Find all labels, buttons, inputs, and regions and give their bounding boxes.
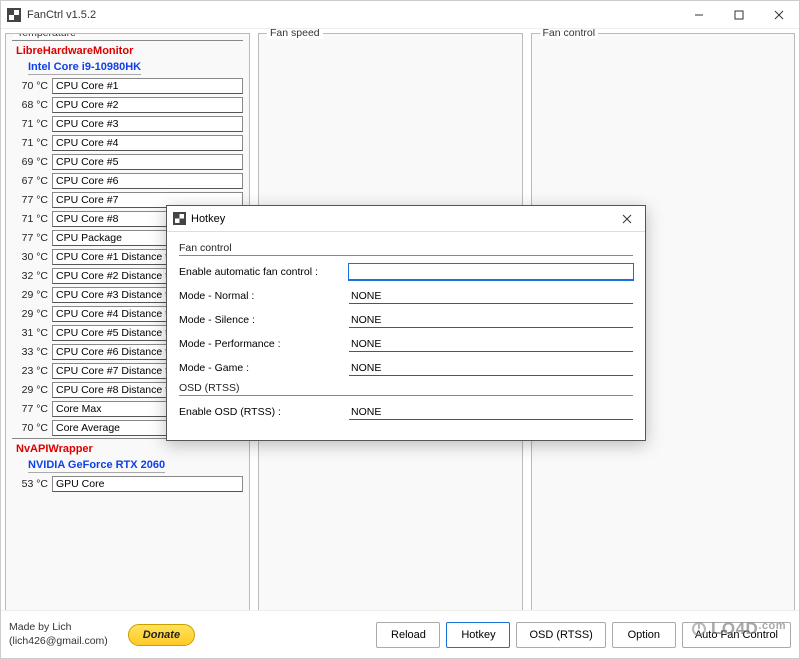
sensor-temp: 32 °C <box>12 270 52 282</box>
dialog-section-fancontrol: Fan control Enable automatic fan control… <box>179 242 633 378</box>
hotkey-button[interactable]: Hotkey <box>446 622 510 648</box>
option-button[interactable]: Option <box>612 622 676 648</box>
sensor-temp: 77 °C <box>12 194 52 206</box>
reload-button[interactable]: Reload <box>376 622 440 648</box>
dialog-app-icon <box>173 212 186 225</box>
sensor-row: 71 °C <box>12 134 243 151</box>
sensor-temp: 77 °C <box>12 232 52 244</box>
credits-author: Made by Lich <box>9 621 108 635</box>
dialog-close-button[interactable] <box>613 208 641 230</box>
sensor-temp: 31 °C <box>12 327 52 339</box>
sensor-name-input[interactable] <box>52 135 243 151</box>
sensor-row: 68 °C <box>12 96 243 113</box>
device-header: Intel Core i9-10980HK <box>28 61 141 75</box>
close-button[interactable] <box>759 1 799 29</box>
watermark: LO4D.com <box>691 619 786 639</box>
sensor-temp: 70 °C <box>12 80 52 92</box>
dialog-section-label-fancontrol: Fan control <box>179 242 633 254</box>
hotkey-row-label: Mode - Normal : <box>179 290 349 302</box>
hotkey-row-label: Enable automatic fan control : <box>179 266 349 278</box>
hotkey-row-label: Mode - Silence : <box>179 314 349 326</box>
panel-label-temperature: Temperature <box>14 33 79 39</box>
panel-label-fancontrol: Fan control <box>540 29 599 39</box>
dialog-section-osd: OSD (RTSS) Enable OSD (RTSS) : <box>179 382 633 422</box>
sensor-row: 53 °C <box>12 475 243 492</box>
window-controls <box>679 1 799 29</box>
sensor-temp: 23 °C <box>12 365 52 377</box>
sensor-row: 69 °C <box>12 153 243 170</box>
footer: Made by Lich (lich426@gmail.com) Donate … <box>1 610 799 658</box>
sensor-name-input[interactable] <box>52 173 243 189</box>
sensor-temp: 53 °C <box>12 478 52 490</box>
sensor-name-input[interactable] <box>52 78 243 94</box>
source-header: LibreHardwareMonitor <box>16 45 243 57</box>
sensor-temp: 29 °C <box>12 289 52 301</box>
app-icon <box>7 8 21 22</box>
sensor-temp: 70 °C <box>12 422 52 434</box>
hotkey-row: Mode - Silence : <box>179 310 633 330</box>
dialog-title: Hotkey <box>191 213 225 225</box>
sensor-name-input[interactable] <box>52 116 243 132</box>
sensor-temp: 69 °C <box>12 156 52 168</box>
credits: Made by Lich (lich426@gmail.com) <box>9 621 108 648</box>
sensor-name-input[interactable] <box>52 476 243 492</box>
sensor-temp: 33 °C <box>12 346 52 358</box>
hotkey-row: Mode - Game : <box>179 358 633 378</box>
sensor-temp: 67 °C <box>12 175 52 187</box>
hotkey-input[interactable] <box>349 336 633 352</box>
sensor-temp: 68 °C <box>12 99 52 111</box>
sensor-row: 71 °C <box>12 115 243 132</box>
maximize-button[interactable] <box>719 1 759 29</box>
hotkey-row-label: Mode - Performance : <box>179 338 349 350</box>
window-title: FanCtrl v1.5.2 <box>27 9 96 21</box>
minimize-button[interactable] <box>679 1 719 29</box>
hotkey-dialog: Hotkey Fan control Enable automatic fan … <box>166 205 646 441</box>
source-header: NvAPIWrapper <box>16 443 243 455</box>
donate-button[interactable]: Donate <box>128 624 195 646</box>
titlebar: FanCtrl v1.5.2 <box>1 1 799 29</box>
hotkey-input[interactable] <box>349 288 633 304</box>
panel-label-fanspeed: Fan speed <box>267 29 323 39</box>
sensor-temp: 71 °C <box>12 213 52 225</box>
sensor-name-input[interactable] <box>52 97 243 113</box>
sensor-temp: 77 °C <box>12 403 52 415</box>
dialog-titlebar: Hotkey <box>167 206 645 232</box>
hotkey-row: Enable OSD (RTSS) : <box>179 402 633 422</box>
dialog-section-label-osd: OSD (RTSS) <box>179 382 633 394</box>
hotkey-row: Mode - Performance : <box>179 334 633 354</box>
credits-email: (lich426@gmail.com) <box>9 635 108 649</box>
sensor-temp: 29 °C <box>12 308 52 320</box>
device-header: NVIDIA GeForce RTX 2060 <box>28 459 165 473</box>
hotkey-row-label: Enable OSD (RTSS) : <box>179 406 349 418</box>
sensor-temp: 71 °C <box>12 118 52 130</box>
sensor-temp: 30 °C <box>12 251 52 263</box>
hotkey-input[interactable] <box>349 312 633 328</box>
osd-button[interactable]: OSD (RTSS) <box>516 622 605 648</box>
hotkey-input[interactable] <box>349 360 633 376</box>
sensor-row: 67 °C <box>12 172 243 189</box>
sensor-row: 70 °C <box>12 77 243 94</box>
dialog-body: Fan control Enable automatic fan control… <box>167 232 645 440</box>
sensor-temp: 29 °C <box>12 384 52 396</box>
sensor-name-input[interactable] <box>52 154 243 170</box>
hotkey-input[interactable] <box>349 264 633 280</box>
hotkey-row-label: Mode - Game : <box>179 362 349 374</box>
sensor-temp: 71 °C <box>12 137 52 149</box>
hotkey-row: Mode - Normal : <box>179 286 633 306</box>
hotkey-input[interactable] <box>349 404 633 420</box>
hotkey-row: Enable automatic fan control : <box>179 262 633 282</box>
